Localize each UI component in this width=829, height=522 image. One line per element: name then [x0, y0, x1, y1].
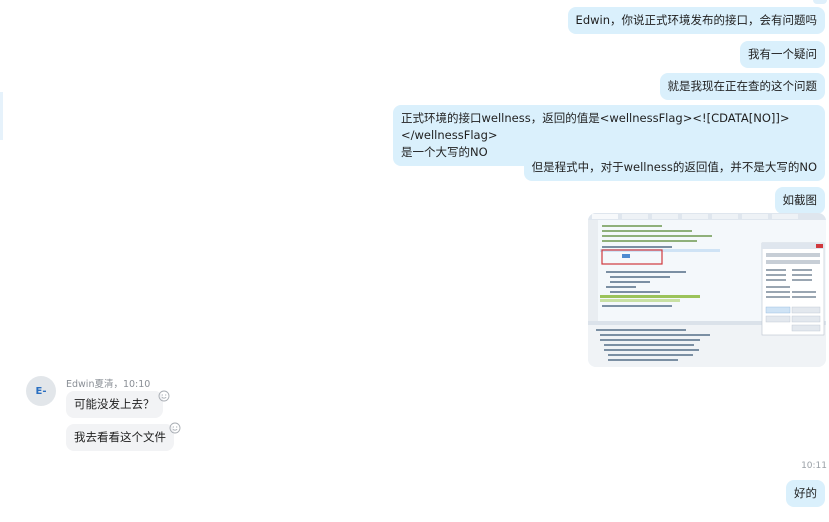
message-text: 好的 [794, 486, 817, 500]
ide-screenshot-thumbnail-icon [588, 213, 826, 367]
incoming-message[interactable]: 可能没发上去？ [66, 391, 163, 418]
message-text: 我有一个疑问 [748, 47, 817, 61]
screenshot-image-message[interactable] [588, 213, 826, 367]
chat-pane: Edwin，你说正式环境发布的接口，会有问题吗 我有一个疑问 就是我现在正在查的… [0, 0, 829, 522]
message-text: 可能没发上去？ [74, 397, 155, 411]
message-text: 如截图 [782, 193, 818, 207]
outgoing-message[interactable]: 好的 [786, 480, 825, 507]
outgoing-message[interactable]: 就是我现在正在查的这个问题 [659, 73, 825, 100]
outgoing-message[interactable]: Edwin，你说正式环境发布的接口，会有问题吗 [567, 7, 825, 34]
emoji-reaction-icon[interactable] [158, 390, 170, 402]
left-selection-edge [0, 92, 3, 140]
message-text: 我去看看这个文件 [74, 430, 166, 444]
avatar-initials: E- [35, 385, 47, 397]
emoji-reaction-icon[interactable] [169, 422, 181, 434]
incoming-message[interactable]: 我去看看这个文件 [66, 424, 174, 451]
outgoing-message[interactable]: 我有一个疑问 [740, 41, 825, 68]
sender-name-time: Edwin夏清，10:10 [66, 379, 151, 390]
message-text: Edwin，你说正式环境发布的接口，会有问题吗 [575, 13, 817, 27]
message-text-line: 正式环境的接口wellness，返回的值是<wellnessFlag><![CD… [401, 111, 790, 142]
previous-bubble-stub [813, 0, 827, 4]
avatar[interactable]: E- [26, 376, 56, 406]
outgoing-message[interactable]: 如截图 [774, 187, 825, 214]
outgoing-message[interactable]: 但是程式中，对于wellness的返回值，并不是大写的NO [523, 154, 825, 181]
message-time: 10:11 [801, 461, 827, 471]
message-text: 但是程式中，对于wellness的返回值，并不是大写的NO [531, 160, 817, 174]
message-text: 就是我现在正在查的这个问题 [667, 79, 818, 93]
